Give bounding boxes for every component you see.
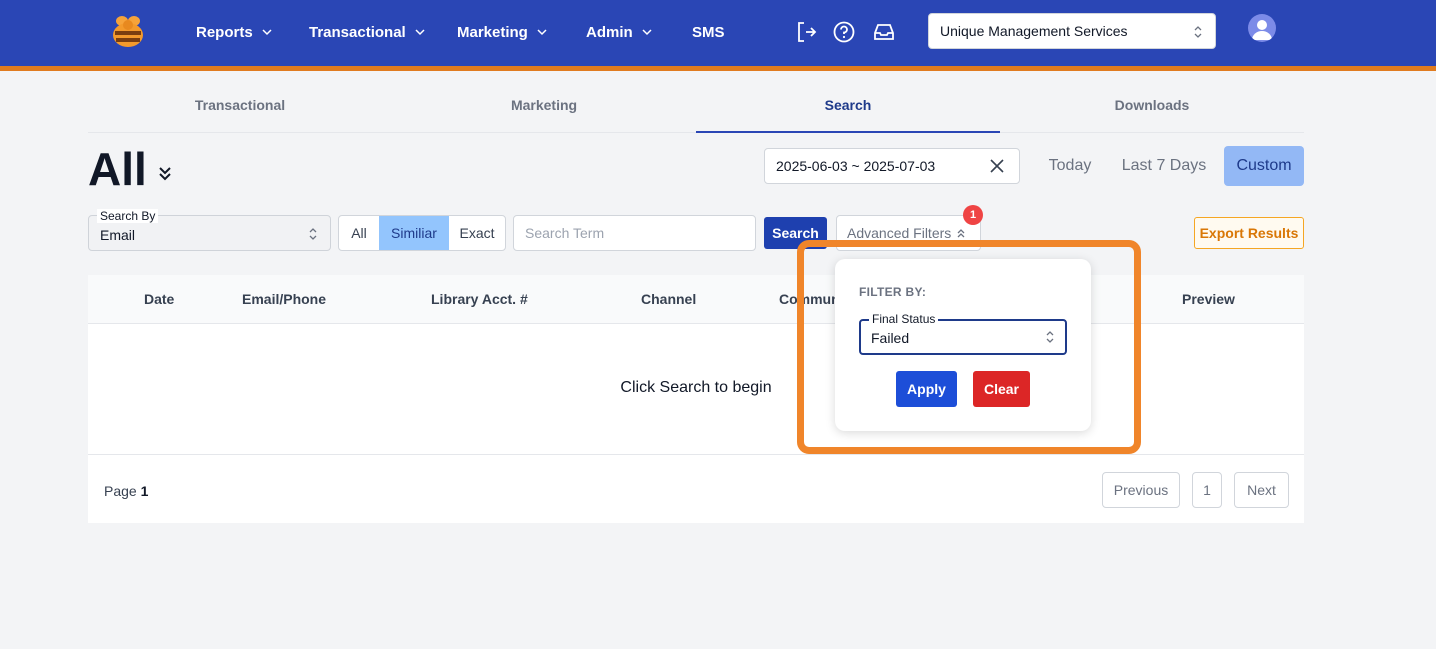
page-title: All (88, 143, 147, 195)
nav-admin[interactable]: Admin (586, 22, 653, 42)
user-avatar-icon[interactable] (1248, 14, 1276, 42)
accent-stripe (0, 66, 1436, 71)
top-navbar: Reports Transactional Marketing Admin SM… (0, 0, 1436, 66)
nav-transactional[interactable]: Transactional (309, 22, 426, 42)
advanced-filters-label: Advanced Filters (847, 225, 952, 241)
column-library-acct: Library Acct. # (431, 291, 528, 307)
page-number: 1 (140, 483, 149, 499)
today-button[interactable]: Today (1040, 146, 1100, 186)
logout-icon[interactable] (794, 20, 818, 44)
search-by-label: Search By (97, 209, 159, 223)
page-label: Page (104, 483, 137, 499)
export-results-button[interactable]: Export Results (1194, 217, 1304, 249)
nav-sms[interactable]: SMS (692, 22, 725, 42)
tab-marketing[interactable]: Marketing (392, 85, 696, 133)
nav-transactional-label: Transactional (309, 23, 406, 41)
match-mode-exact[interactable]: Exact (449, 216, 505, 250)
search-by-value: Email (100, 227, 136, 243)
column-email-phone: Email/Phone (242, 291, 327, 307)
filter-count-badge: 1 (963, 205, 983, 225)
page-indicator: Page 1 (104, 483, 148, 499)
last-7-days-button[interactable]: Last 7 Days (1116, 146, 1212, 186)
chevron-down-icon (642, 29, 652, 36)
person-icon (1252, 20, 1272, 40)
nav-marketing-label: Marketing (457, 23, 528, 41)
tab-search[interactable]: Search (696, 85, 1000, 133)
tab-downloads[interactable]: Downloads (1000, 85, 1304, 133)
help-icon[interactable] (832, 20, 856, 44)
inbox-icon[interactable] (872, 20, 896, 44)
bee-logo-icon[interactable] (109, 13, 147, 49)
column-date: Date (144, 291, 175, 307)
chevron-down-icon (415, 29, 425, 36)
nav-admin-label: Admin (586, 23, 633, 41)
previous-page-button[interactable]: Previous (1102, 472, 1180, 508)
tab-transactional[interactable]: Transactional (88, 85, 392, 133)
close-icon[interactable] (988, 157, 1006, 175)
nav-reports[interactable]: Reports (196, 22, 273, 42)
next-page-button[interactable]: Next (1234, 472, 1289, 508)
highlight-box (797, 240, 1141, 454)
double-chevron-down-icon[interactable] (156, 164, 174, 182)
organization-select-value: Unique Management Services (940, 23, 1128, 39)
custom-range-button[interactable]: Custom (1224, 146, 1304, 186)
nav-reports-label: Reports (196, 23, 253, 41)
organization-select[interactable]: Unique Management Services (928, 13, 1216, 49)
nav-marketing[interactable]: Marketing (457, 22, 548, 42)
search-by-select[interactable]: Search By Email (88, 209, 331, 251)
column-preview: Preview (1182, 291, 1235, 307)
select-updown-icon (309, 228, 317, 240)
column-channel: Channel (641, 291, 697, 307)
search-term-input[interactable] (513, 215, 756, 251)
match-mode-similiar[interactable]: Similiar (379, 216, 449, 250)
nav-sms-label: SMS (692, 23, 725, 41)
match-mode-all[interactable]: All (339, 216, 379, 250)
page-1-button[interactable]: 1 (1192, 472, 1222, 508)
chevron-down-icon (537, 29, 547, 36)
double-chevron-up-icon (957, 229, 965, 238)
chevron-down-icon (262, 29, 272, 36)
section-tabs: Transactional Marketing Search Downloads (88, 85, 1304, 133)
table-footer: Page 1 Previous 1 Next (88, 454, 1304, 523)
date-range-input[interactable]: 2025-06-03 ~ 2025-07-03 (764, 148, 1020, 184)
select-updown-icon (1194, 26, 1202, 38)
match-mode-toggle: All Similiar Exact (338, 215, 506, 251)
